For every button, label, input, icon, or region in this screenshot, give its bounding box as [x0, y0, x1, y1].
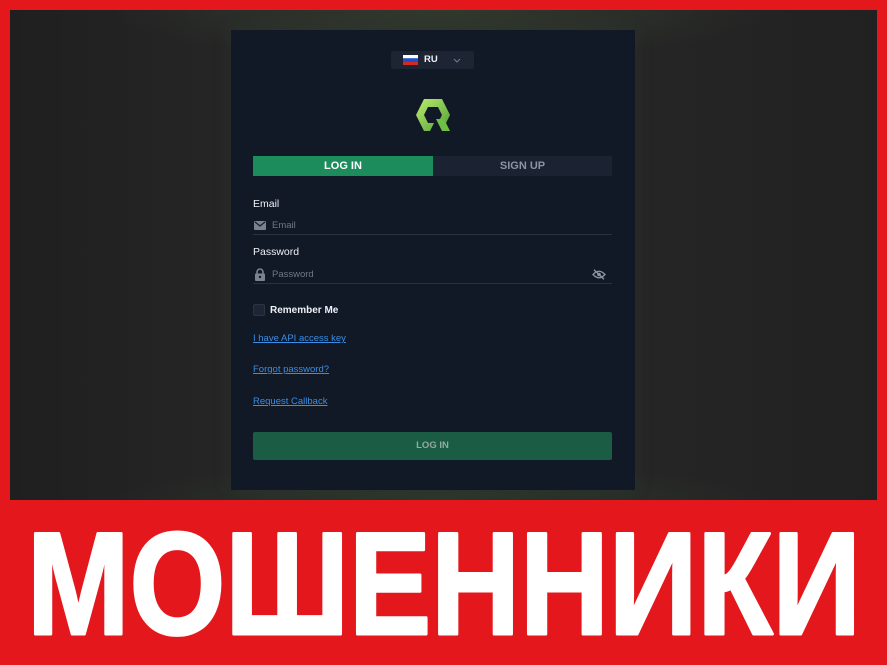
- language-selector[interactable]: RU: [391, 51, 474, 69]
- email-input[interactable]: [272, 216, 582, 234]
- lock-icon: [255, 268, 265, 281]
- auth-tabs: LOG IN SIGN UP: [253, 156, 612, 176]
- email-label: Email: [253, 198, 280, 210]
- brand-logo-icon: [416, 99, 450, 131]
- eye-slash-icon[interactable]: [592, 269, 606, 280]
- password-input[interactable]: [272, 265, 582, 283]
- banner-text-canvas: МОШЕННИКИ: [26, 501, 863, 665]
- scam-warning-banner: МОШЕННИКИ: [0, 500, 887, 665]
- email-field: [253, 216, 612, 235]
- banner-text: МОШЕННИКИ: [27, 502, 861, 665]
- login-panel: RU LOG IN SIGN UP Email Email Password R…: [231, 30, 635, 490]
- request-callback-link[interactable]: Request Callback: [253, 395, 327, 408]
- forgot-password-link[interactable]: Forgot password?: [253, 363, 329, 376]
- envelope-icon: [254, 221, 266, 230]
- russia-flag-icon: [403, 55, 418, 65]
- password-label: Password: [253, 246, 300, 258]
- password-field: [253, 265, 612, 284]
- remember-me-checkbox[interactable]: [253, 304, 265, 316]
- language-code: RU: [424, 54, 438, 65]
- api-access-key-link[interactable]: I have API access key: [253, 332, 346, 345]
- tab-sign-up[interactable]: SIGN UP: [433, 156, 612, 176]
- remember-me-label[interactable]: Remember Me: [270, 304, 338, 317]
- log-in-button[interactable]: LOG IN: [253, 432, 612, 460]
- background-overlay: RU LOG IN SIGN UP Email Email Password R…: [10, 10, 877, 500]
- chevron-down-icon: [453, 58, 461, 63]
- tab-log-in[interactable]: LOG IN: [253, 156, 433, 176]
